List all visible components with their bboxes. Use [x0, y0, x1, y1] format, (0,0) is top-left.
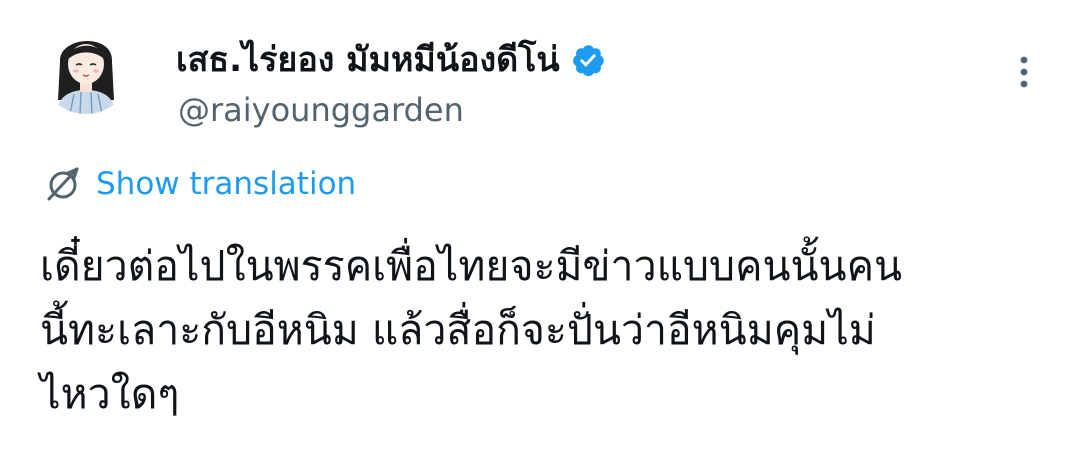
show-translation-button[interactable]: Show translation [44, 160, 356, 208]
tweet-body-text: เดี๋ยวต่อไปในพรรคเพื่อไทยจะมีข่าวแบบคนนั… [40, 242, 903, 418]
tweet-card: เสธ.ไร่ยอง มัมหมีน้องดีโน่ @raiyounggard… [0, 0, 1080, 457]
avatar-illustration [40, 22, 132, 114]
more-options-button[interactable] [1002, 48, 1046, 96]
more-vertical-icon [1020, 56, 1028, 88]
author-handle[interactable]: @raiyounggarden [178, 86, 464, 134]
show-translation-label[interactable]: Show translation [96, 166, 356, 202]
author-name-row[interactable]: เสธ.ไร่ยอง มัมหมีน้องดีโน่ [176, 36, 606, 84]
avatar[interactable] [40, 22, 132, 114]
translate-globe-icon [44, 165, 82, 203]
verified-badge-icon [570, 42, 606, 78]
author-display-name[interactable]: เสธ.ไร่ยอง มัมหมีน้องดีโน่ [176, 36, 560, 84]
